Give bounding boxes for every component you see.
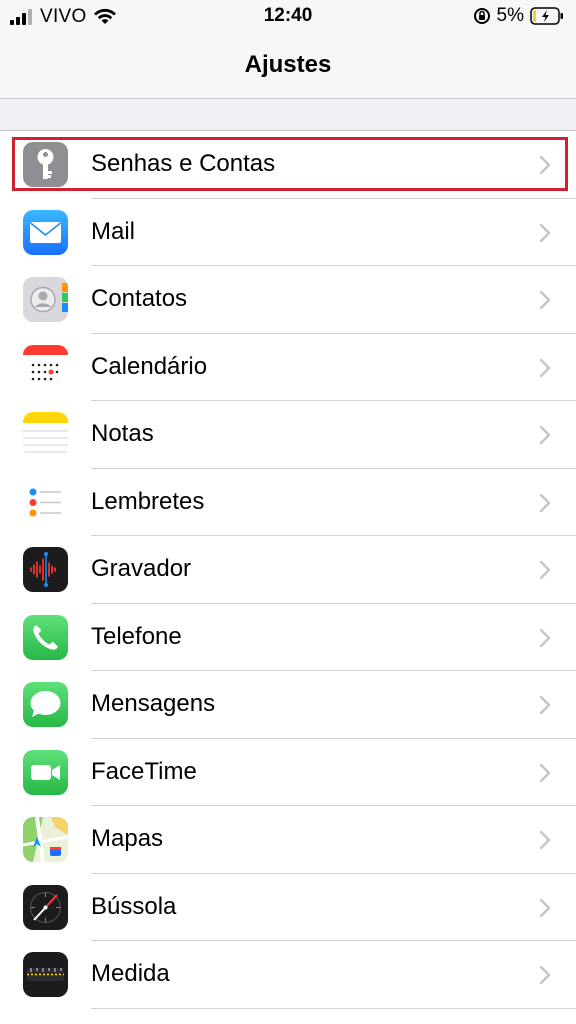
- reminders-icon: [23, 479, 68, 525]
- settings-row-bussola[interactable]: Bússola: [0, 873, 576, 941]
- navigation-bar: Ajustes: [0, 34, 576, 99]
- settings-row-label: Mensagens: [91, 690, 216, 717]
- settings-row-mapas[interactable]: Mapas: [0, 806, 576, 874]
- compass-icon: [23, 884, 68, 930]
- settings-row-label: Telefone: [91, 622, 182, 650]
- chevron-right-icon: [538, 358, 552, 378]
- chevron-right-icon: [538, 830, 552, 850]
- row-separator: [91, 1007, 576, 1009]
- settings-row-facetime[interactable]: FaceTime: [0, 738, 576, 806]
- settings-row-telefone[interactable]: Telefone: [0, 603, 576, 671]
- settings-row-label: Contatos: [91, 285, 188, 312]
- settings-row-label: Calendário: [91, 352, 208, 380]
- settings-row-mensagens[interactable]: Mensagens: [0, 671, 576, 739]
- chevron-right-icon: [538, 290, 552, 310]
- settings-row-label: Mapas: [91, 825, 164, 852]
- measure-icon: [23, 952, 68, 997]
- chevron-right-icon: [538, 695, 552, 715]
- settings-row-lembretes[interactable]: Lembretes: [0, 468, 576, 536]
- settings-row-label: FaceTime: [91, 757, 197, 785]
- settings-row-contatos[interactable]: Contatos: [0, 266, 576, 334]
- settings-row-label: Senhas e Contas: [91, 150, 276, 177]
- settings-row-calendario[interactable]: Calendário: [0, 333, 576, 401]
- status-bar: VIVO 12:40 5%: [0, 0, 576, 34]
- notes-icon: [23, 412, 68, 457]
- chevron-right-icon: [538, 425, 552, 445]
- battery-charging-icon: [530, 7, 563, 25]
- settings-row-label: Gravador: [91, 555, 192, 582]
- contacts-icon: [23, 277, 68, 322]
- chevron-right-icon: [538, 560, 552, 580]
- settings-row-label: Lembretes: [91, 487, 205, 515]
- chevron-right-icon: [538, 223, 552, 243]
- messages-icon: [23, 682, 68, 727]
- chevron-right-icon: [538, 898, 552, 918]
- orientation-lock-icon: [473, 8, 490, 24]
- chevron-right-icon: [538, 763, 552, 783]
- settings-row-label: Notas: [91, 420, 154, 447]
- mail-icon: [23, 209, 68, 255]
- chevron-right-icon: [538, 965, 552, 985]
- settings-row-label: Mail: [91, 217, 136, 245]
- settings-row-gravador[interactable]: Gravador: [0, 536, 576, 604]
- facetime-icon: [23, 749, 68, 795]
- chevron-right-icon: [538, 155, 552, 175]
- voice-memos-icon: [23, 547, 68, 592]
- key-icon: [23, 142, 68, 187]
- settings-row-medida[interactable]: Medida: [0, 941, 576, 1009]
- battery-percent: 5%: [496, 5, 524, 26]
- section-gap: [0, 99, 576, 131]
- page-title: Ajustes: [244, 51, 332, 78]
- phone-icon: [23, 614, 68, 660]
- settings-row-notas[interactable]: Notas: [0, 401, 576, 469]
- settings-row-mail[interactable]: Mail: [0, 198, 576, 266]
- settings-list: Senhas e Contas Mail Contatos Calendário Not…: [0, 131, 576, 1009]
- status-right: 5%: [473, 5, 564, 27]
- chevron-right-icon: [538, 493, 552, 513]
- settings-row-senhas-e-contas[interactable]: Senhas e Contas: [0, 131, 576, 199]
- settings-row-label: Bússola: [91, 892, 177, 920]
- settings-row-label: Medida: [91, 960, 170, 987]
- maps-icon: [23, 817, 68, 862]
- chevron-right-icon: [538, 628, 552, 648]
- calendar-icon: [23, 344, 68, 390]
